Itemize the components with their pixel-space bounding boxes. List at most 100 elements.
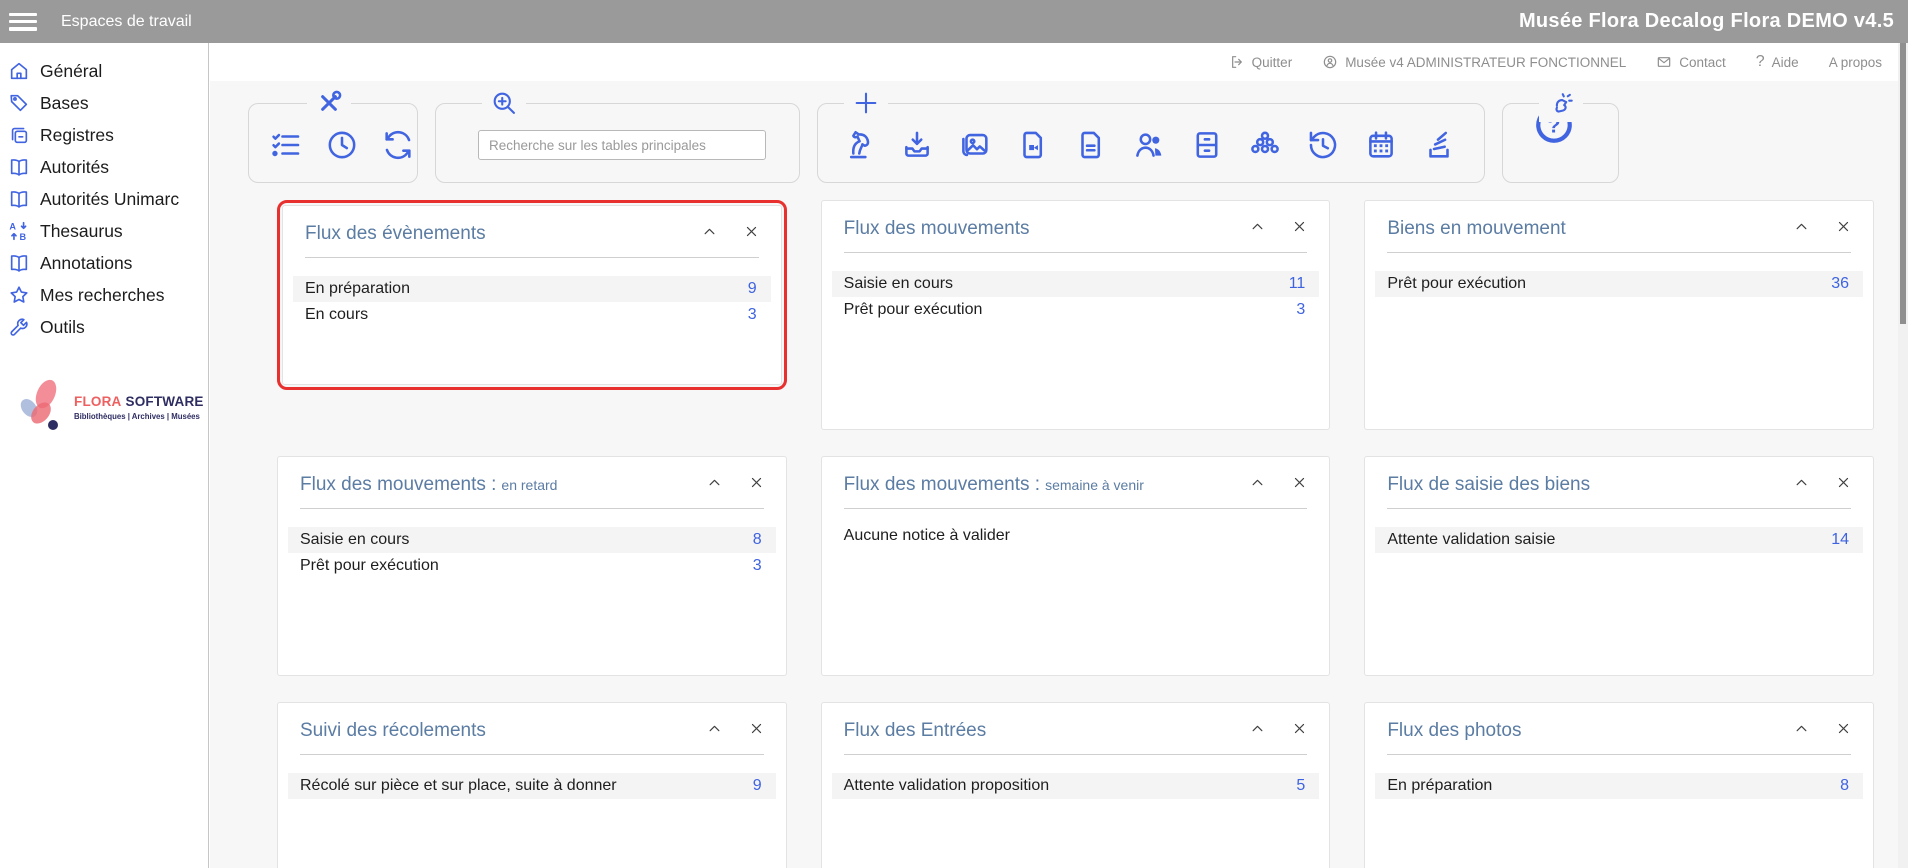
user-circle-icon (1322, 54, 1338, 70)
card-flux-des-entrees: Flux des Entrées Attente validation prop… (821, 702, 1331, 868)
sidebar-item-general[interactable]: Général (0, 55, 208, 87)
vertical-scrollbar-thumb[interactable] (1900, 20, 1906, 324)
document-file-icon[interactable] (1074, 128, 1108, 162)
card-flux-mouvements-semaine-a-venir: Flux des mouvements :semaine à venir Auc… (821, 456, 1331, 676)
workspace-page: Espaces de travail Musée Flora Decalog F… (0, 0, 1908, 868)
close-icon[interactable] (1292, 475, 1307, 495)
stack-icon[interactable] (1422, 128, 1456, 162)
sidebar-item-annotations[interactable]: Annotations (0, 247, 208, 279)
divider (305, 257, 759, 258)
sidebar: Général Bases Registres Autorités Autori… (0, 43, 209, 868)
dashboard-cards: Flux des évènements En préparation9 En c… (277, 200, 1874, 868)
card-row[interactable]: Saisie en cours8 (288, 527, 776, 553)
sidebar-item-mes-recherches[interactable]: Mes recherches (0, 279, 208, 311)
sidebar-item-label: Thesaurus (40, 221, 123, 242)
calendar-icon[interactable] (1364, 128, 1398, 162)
close-icon[interactable] (749, 721, 764, 741)
card-title: Flux des évènements (305, 223, 491, 245)
collapse-icon[interactable] (707, 721, 722, 741)
sidebar-item-label: Général (40, 61, 102, 82)
sidebar-item-autorites-unimarc[interactable]: Autorités Unimarc (0, 183, 208, 215)
sidebar-item-registres[interactable]: Registres (0, 119, 208, 151)
collapse-icon[interactable] (1794, 475, 1809, 495)
card-row[interactable]: En préparation8 (1375, 773, 1863, 799)
divider (844, 508, 1308, 509)
card-title: Suivi des récolements (300, 720, 491, 742)
quit-link[interactable]: Quitter (1229, 54, 1293, 70)
divider (300, 508, 764, 509)
collapse-icon[interactable] (1250, 219, 1265, 239)
card-row[interactable]: Attente validation saisie14 (1375, 527, 1863, 553)
toolbar-group-settings (248, 103, 418, 183)
flora-software-logo: FLORASOFTWARE Bibliothèques | Archives |… (8, 377, 208, 437)
collapse-icon[interactable] (1794, 721, 1809, 741)
card-row[interactable]: Récolé sur pièce et sur place, suite à d… (288, 773, 776, 799)
svg-text:B: B (19, 232, 26, 242)
collapse-icon[interactable] (702, 224, 717, 244)
card-row[interactable]: En préparation9 (293, 276, 771, 302)
chess-knight-icon[interactable] (842, 128, 876, 162)
people-icon[interactable] (1132, 128, 1166, 162)
toolbar-group-search (435, 103, 800, 183)
close-icon[interactable] (744, 224, 759, 244)
account-link[interactable]: Musée v4 ADMINISTRATEUR FONCTIONNEL (1322, 54, 1626, 70)
close-icon[interactable] (1292, 219, 1307, 239)
sidebar-item-label: Autorités Unimarc (40, 189, 179, 210)
star-icon (8, 284, 30, 306)
hamburger-menu-icon[interactable] (9, 13, 37, 31)
divider (1387, 252, 1851, 253)
refresh-icon[interactable] (381, 128, 415, 162)
card-row[interactable]: Prêt pour exécution36 (1375, 271, 1863, 297)
collapse-icon[interactable] (1794, 219, 1809, 239)
sidebar-item-label: Bases (40, 93, 89, 114)
registers-icon (8, 124, 30, 146)
close-icon[interactable] (1836, 219, 1851, 239)
brand-primary: FLORA (74, 394, 122, 409)
card-row[interactable]: Saisie en cours11 (832, 271, 1320, 297)
sidebar-item-bases[interactable]: Bases (0, 87, 208, 119)
card-flux-des-evenements: Flux des évènements En préparation9 En c… (282, 205, 782, 385)
import-tray-icon[interactable] (900, 128, 934, 162)
history-icon[interactable] (1306, 128, 1340, 162)
empty-message: Aucune notice à valider (844, 527, 1330, 545)
close-icon[interactable] (1292, 721, 1307, 741)
card-suivi-des-recolements: Suivi des récolements Récolé sur pièce e… (277, 702, 787, 868)
sidebar-item-outils[interactable]: Outils (0, 311, 208, 343)
cabinet-icon[interactable] (1190, 128, 1224, 162)
sidebar-item-autorites[interactable]: Autorités (0, 151, 208, 183)
open-book-icon (8, 252, 30, 274)
card-row[interactable]: En cours3 (293, 302, 771, 328)
about-link[interactable]: A propos (1829, 55, 1882, 70)
card-flux-saisie-des-biens: Flux de saisie des biens Attente validat… (1364, 456, 1874, 676)
card-row[interactable]: Prêt pour exécution3 (288, 553, 776, 579)
snap-fingers-icon (1539, 89, 1583, 122)
clock-icon[interactable] (325, 128, 359, 162)
divider (844, 754, 1308, 755)
checklist-icon[interactable] (269, 128, 303, 162)
cluster-icon[interactable] (1248, 128, 1282, 162)
toolbar-group-create (817, 103, 1485, 183)
card-title: Flux des mouvements (844, 218, 1035, 240)
collapse-icon[interactable] (1250, 721, 1265, 741)
close-icon[interactable] (749, 475, 764, 495)
plus-icon (844, 89, 888, 122)
brand-secondary: SOFTWARE (126, 394, 204, 409)
contact-link[interactable]: Contact (1656, 54, 1726, 70)
app-title: Musée Flora Decalog Flora DEMO v4.5 (1519, 10, 1894, 33)
card-row[interactable]: Attente validation proposition5 (832, 773, 1320, 799)
video-file-icon[interactable] (1016, 128, 1050, 162)
user-links-row: Quitter Musée v4 ADMINISTRATEUR FONCTION… (210, 43, 1908, 81)
collapse-icon[interactable] (707, 475, 722, 495)
card-title: Biens en mouvement (1387, 218, 1571, 240)
divider (1387, 508, 1851, 509)
wrench-icon (8, 316, 30, 338)
card-row[interactable]: Prêt pour exécution3 (832, 297, 1320, 323)
help-icon[interactable]: ? (1533, 133, 1575, 150)
close-icon[interactable] (1836, 721, 1851, 741)
close-icon[interactable] (1836, 475, 1851, 495)
photos-icon[interactable] (958, 128, 992, 162)
collapse-icon[interactable] (1250, 475, 1265, 495)
sidebar-item-thesaurus[interactable]: AB Thesaurus (0, 215, 208, 247)
help-link[interactable]: ? Aide (1756, 53, 1799, 71)
search-input[interactable] (478, 130, 766, 160)
